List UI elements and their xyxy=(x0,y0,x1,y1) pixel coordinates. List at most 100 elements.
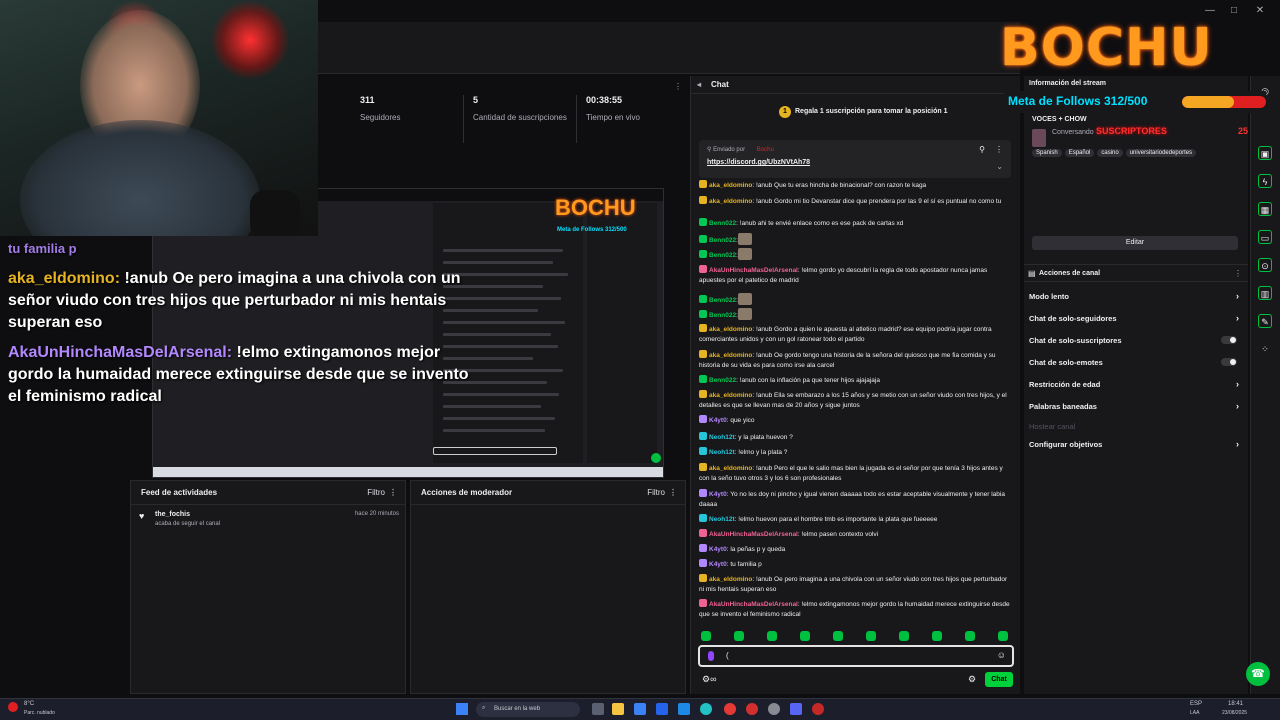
chat-username[interactable]: Benn022 xyxy=(709,237,736,244)
outlook-icon[interactable] xyxy=(678,703,690,715)
quick-emote[interactable] xyxy=(767,631,777,641)
chat-message[interactable]: K4yt0: tu familia p xyxy=(699,559,1011,570)
windows-start-icon[interactable] xyxy=(456,703,468,715)
chat-message[interactable]: Neoh12t: y la plata huevon ? xyxy=(699,432,1011,443)
emoji-icon[interactable]: ☺ xyxy=(997,650,1006,660)
app-icon[interactable] xyxy=(812,703,824,715)
more-options-icon[interactable]: ⋮ xyxy=(1234,269,1242,278)
chat-message[interactable]: K4yt0: Yo no les doy ni pincho y igual v… xyxy=(699,489,1011,510)
chat-send-button[interactable]: Chat xyxy=(985,672,1013,687)
chat-username[interactable]: Neoh12t xyxy=(709,516,735,523)
chat-username[interactable]: aka_eldomino xyxy=(709,392,752,399)
unpin-icon[interactable]: ⚲ xyxy=(979,145,985,154)
channel-action-item[interactable]: Chat de solo-suscriptores xyxy=(1029,336,1239,345)
chat-username[interactable]: Benn022 xyxy=(709,297,736,304)
chat-identity-icon[interactable]: ⚙∞ xyxy=(702,674,716,685)
chat-message[interactable]: aka_eldomino: !anub Oe gordo tengo una h… xyxy=(699,350,1011,371)
toggle-switch[interactable] xyxy=(1221,358,1237,366)
mail-icon[interactable] xyxy=(634,703,646,715)
quick-emote[interactable] xyxy=(800,631,810,641)
broadcast-icon[interactable]: ⊙ xyxy=(1258,258,1272,272)
chat-message[interactable]: aka_eldomino: !anub Oe pero imagina a un… xyxy=(699,574,1011,595)
chat-username[interactable]: Benn022 xyxy=(709,220,736,227)
edit-button[interactable]: Editar xyxy=(1032,236,1238,250)
settings-icon[interactable]: ⚙ xyxy=(968,674,976,685)
chat-username[interactable]: aka_eldomino xyxy=(709,352,752,359)
activity-icon[interactable]: ▣ xyxy=(1258,146,1272,160)
chat-message[interactable]: Benn022: !anub con la inflación pa que t… xyxy=(699,375,1011,386)
chrome-profile-icon[interactable] xyxy=(746,703,758,715)
chat-input[interactable]: ( ☺ xyxy=(698,645,1014,667)
layout-icon[interactable]: ▥ xyxy=(1258,286,1272,300)
chat-username[interactable]: aka_eldomino xyxy=(709,198,752,205)
chat-collapse-icon[interactable]: ◂ xyxy=(697,76,701,94)
quick-emote[interactable] xyxy=(998,631,1008,641)
chat-message[interactable]: AkaUnHinchaMasDelArsenal: !elmo gordo yo… xyxy=(699,265,1011,286)
discord-icon[interactable] xyxy=(790,703,802,715)
chat-username[interactable]: K4yt0 xyxy=(709,417,727,424)
extensions-icon[interactable]: ⁘ xyxy=(1258,342,1272,356)
channel-action-item[interactable]: Chat de solo-seguidores › xyxy=(1029,314,1239,324)
channel-action-item[interactable]: Palabras baneadas › xyxy=(1029,402,1239,412)
document-icon[interactable]: ▦ xyxy=(1258,202,1272,216)
chat-message[interactable]: aka_eldomino: !anub Ella se embarazo a l… xyxy=(699,390,1011,411)
store-icon[interactable] xyxy=(656,703,668,715)
chrome-icon[interactable] xyxy=(724,703,736,715)
quick-emote[interactable] xyxy=(833,631,843,641)
obs-icon[interactable] xyxy=(768,703,780,715)
chat-username[interactable]: K4yt0 xyxy=(709,491,727,498)
chat-username[interactable]: aka_eldomino xyxy=(709,182,752,189)
chat-message[interactable]: K4yt0: que yico xyxy=(699,415,1011,426)
quick-emote[interactable] xyxy=(866,631,876,641)
channel-action-item[interactable]: Modo lento › xyxy=(1029,292,1239,302)
chat-message[interactable]: Benn022: !anub ahi te envié enlace como … xyxy=(699,218,1011,229)
chat-username[interactable]: Benn022 xyxy=(709,377,736,384)
chat-username[interactable]: aka_eldomino xyxy=(709,326,752,333)
chat-bubble-icon[interactable]: ▭ xyxy=(1258,230,1272,244)
weather-icon[interactable] xyxy=(8,702,18,712)
chat-username[interactable]: Benn022 xyxy=(709,252,736,259)
pinned-message[interactable]: ⚲ Enviado por Bochu https://discord.gg/U… xyxy=(699,140,1011,178)
chat-username[interactable]: AkaUnHinchaMasDelArsenal xyxy=(709,267,798,274)
chat-username[interactable]: K4yt0 xyxy=(709,546,727,553)
chat-message[interactable]: Neoh12t: !elmo huevon para el hombre tmb… xyxy=(699,514,1011,525)
chevron-down-icon[interactable]: ⌄ xyxy=(996,162,1003,171)
chat-username[interactable]: AkaUnHinchaMasDelArsenal xyxy=(709,531,798,538)
quick-emote[interactable] xyxy=(734,631,744,641)
taskbar-search[interactable]: ⌕ Buscar en la web xyxy=(476,702,580,717)
channel-action-item[interactable]: Restricción de edad › xyxy=(1029,380,1239,390)
lang-indicator[interactable]: ESP xyxy=(1190,701,1202,707)
chat-username[interactable]: aka_eldomino xyxy=(709,465,752,472)
quick-emote[interactable] xyxy=(932,631,942,641)
tag[interactable]: casino xyxy=(1097,149,1123,157)
chat-message[interactable]: Neoh12t: !elmo y la plata ? xyxy=(699,447,1011,458)
channel-action-item[interactable]: Configurar objetivos › xyxy=(1029,440,1239,450)
pinned-link[interactable]: https://discord.gg/UbzNVtAh78 xyxy=(707,159,810,166)
chat-message[interactable]: Benn022: xyxy=(699,308,1011,321)
more-options-icon[interactable]: ⋮ xyxy=(995,145,1003,154)
quick-emote[interactable] xyxy=(899,631,909,641)
quick-emote[interactable] xyxy=(965,631,975,641)
filter-button[interactable]: Filtro xyxy=(367,481,385,505)
help-chat-icon[interactable]: ☎ xyxy=(1246,662,1270,686)
filter-button[interactable]: Filtro xyxy=(647,481,665,505)
more-options-icon[interactable]: ⋮ xyxy=(674,82,682,91)
file-explorer-icon[interactable] xyxy=(612,703,624,715)
more-options-icon[interactable]: ⋮ xyxy=(389,481,397,505)
channel-action-item[interactable]: Chat de solo-emotes xyxy=(1029,358,1239,367)
toggle-switch[interactable] xyxy=(1221,336,1237,344)
wrench-icon[interactable]: ✎ xyxy=(1258,314,1272,328)
chat-username[interactable]: K4yt0 xyxy=(709,561,727,568)
mic-icon[interactable] xyxy=(708,651,714,661)
edge-icon[interactable] xyxy=(700,703,712,715)
chat-message[interactable]: aka_eldomino: !anub Pero el que le salio… xyxy=(699,463,1011,484)
tag[interactable]: universitariodedeportes xyxy=(1125,149,1197,157)
chat-message[interactable]: AkaUnHinchaMasDelArsenal: !elmo pasen co… xyxy=(699,529,1011,540)
tag[interactable]: Español xyxy=(1064,149,1095,157)
gift-banner[interactable]: 1 Regala 1 suscripción para tomar la posi… xyxy=(779,106,948,118)
more-options-icon[interactable]: ⋮ xyxy=(669,481,677,505)
chat-username[interactable]: Neoh12t xyxy=(709,434,735,441)
chat-username[interactable]: aka_eldomino xyxy=(709,576,752,583)
chat-message[interactable]: Benn022: xyxy=(699,233,1011,246)
task-view-icon[interactable] xyxy=(592,703,604,715)
